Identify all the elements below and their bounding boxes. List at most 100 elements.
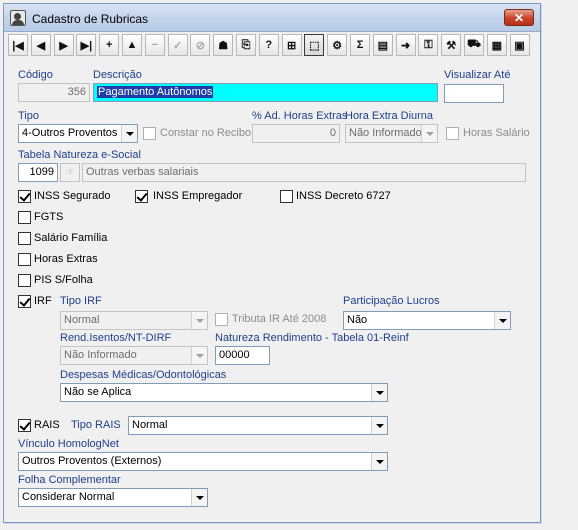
post-button[interactable]: ✓ bbox=[167, 34, 188, 56]
hora-extra-diurna-select[interactable]: Não Informado bbox=[345, 124, 438, 143]
tributa-ir-label: Tributa IR Até 2008 bbox=[232, 313, 327, 325]
vinculo-homolognet-select[interactable]: Outros Proventos (Externos) bbox=[18, 452, 388, 471]
insert-button[interactable]: + bbox=[99, 34, 120, 56]
pis-folha-checkbox[interactable] bbox=[18, 274, 31, 287]
filter-button[interactable]: ⊞ bbox=[281, 34, 302, 56]
inss-decreto-label: INSS Decreto 6727 bbox=[296, 190, 391, 202]
lookup-icon[interactable]: ☞ bbox=[60, 163, 80, 182]
participacao-lucros-select[interactable]: Não bbox=[343, 311, 511, 330]
constar-recibo-label: Constar no Recibo bbox=[160, 127, 252, 139]
last-record-button[interactable]: ▶| bbox=[76, 34, 97, 56]
folha-complementar-select[interactable]: Considerar Normal bbox=[18, 488, 208, 507]
tipo-rais-label: Tipo RAIS bbox=[71, 419, 121, 431]
salario-familia-label: Salário Família bbox=[34, 232, 108, 244]
inss-empregador-label: INSS Empregador bbox=[153, 190, 243, 202]
descricao-field[interactable]: Pagamento Autônomos bbox=[93, 83, 438, 102]
user-icon bbox=[10, 10, 26, 26]
tipo-rais-value: Normal bbox=[132, 419, 168, 431]
pis-folha-label: PIS S/Folha bbox=[34, 274, 93, 286]
natureza-rendimento-field[interactable]: 00000 bbox=[215, 346, 270, 365]
chevron-down-icon bbox=[494, 312, 510, 329]
inss-segurado-label: INSS Segurado bbox=[34, 190, 111, 202]
folha-complementar-label: Folha Complementar bbox=[18, 474, 121, 486]
vinculo-homolognet-label: Vínculo HomologNet bbox=[18, 438, 119, 450]
natureza-esocial-description: Outras verbas salariais bbox=[82, 163, 526, 182]
cancel-button[interactable]: ⊘ bbox=[190, 34, 211, 56]
inss-decreto-checkbox[interactable] bbox=[280, 190, 293, 203]
folha-complementar-value: Considerar Normal bbox=[22, 491, 115, 503]
next-record-button[interactable]: ▶ bbox=[53, 34, 74, 56]
chevron-down-icon bbox=[371, 417, 387, 434]
select-button[interactable]: ⬚ bbox=[304, 34, 325, 56]
chevron-down-icon bbox=[371, 453, 387, 470]
natureza-esocial-label: Tabela Natureza e-Social bbox=[18, 149, 141, 161]
chevron-down-icon bbox=[191, 489, 207, 506]
delete-button[interactable]: − bbox=[144, 34, 165, 56]
tipo-irf-value: Normal bbox=[64, 314, 100, 326]
irf-checkbox[interactable] bbox=[18, 295, 31, 308]
hora-extra-diurna-label: Hora Extra Diurna bbox=[345, 110, 434, 122]
rais-checkbox[interactable] bbox=[18, 419, 31, 432]
key-button[interactable]: ⚿ bbox=[418, 34, 439, 56]
first-record-button[interactable]: |◀ bbox=[8, 34, 28, 56]
tipo-irf-label: Tipo IRF bbox=[60, 295, 102, 307]
window-button[interactable]: ▣ bbox=[509, 34, 530, 56]
descricao-label: Descrição bbox=[93, 69, 142, 81]
natureza-esocial-code[interactable]: 1099 bbox=[18, 163, 58, 182]
chevron-down-icon bbox=[421, 125, 437, 142]
despesas-medicas-select[interactable]: Não se Aplica bbox=[60, 383, 388, 402]
rend-isentos-select[interactable]: Não Informado bbox=[60, 346, 208, 365]
report-button[interactable]: ▤ bbox=[372, 34, 393, 56]
tools-button[interactable]: ⚒ bbox=[441, 34, 462, 56]
natureza-rendimento-label: Natureza Rendimento - Tabela 01-Reinf bbox=[215, 332, 409, 344]
rend-isentos-label: Rend.Isentos/NT-DIRF bbox=[60, 332, 172, 344]
ad-horas-extras-label: % Ad. Horas Extras bbox=[252, 110, 348, 122]
rais-label: RAIS bbox=[34, 419, 60, 431]
chevron-down-icon bbox=[121, 125, 137, 142]
participacao-lucros-label: Participação Lucros bbox=[343, 295, 440, 307]
codigo-field[interactable]: 356 bbox=[18, 83, 90, 102]
inss-segurado-checkbox[interactable] bbox=[18, 190, 31, 203]
chevron-down-icon bbox=[191, 312, 207, 329]
codigo-label: Código bbox=[18, 69, 53, 81]
horas-salario-label: Horas Salário bbox=[463, 127, 530, 139]
participacao-lucros-value: Não bbox=[347, 314, 368, 326]
help-button[interactable]: ? bbox=[258, 34, 279, 56]
export-button[interactable]: ⚙ bbox=[327, 34, 348, 56]
copy-button[interactable]: ⎘ bbox=[236, 34, 256, 56]
horas-salario-checkbox[interactable] bbox=[446, 127, 459, 140]
transport-button[interactable]: ⛟ bbox=[464, 34, 484, 56]
window-title: Cadastro de Rubricas bbox=[32, 12, 149, 26]
despesas-medicas-value: Não se Aplica bbox=[64, 386, 132, 398]
tipo-label: Tipo bbox=[18, 110, 39, 122]
toolbar: |◀ ◀ ▶ ▶| + ▲ − ✓ ⊘ ☗ ⎘? ⊞ ⬚ ⚙ Σ ▤ ➜ ⚿ ⚒ ⛟ ▦ ▣ bbox=[8, 34, 538, 59]
descricao-value: Pagamento Autônomos bbox=[97, 86, 214, 98]
sum-button[interactable]: Σ bbox=[350, 34, 370, 56]
exit-button[interactable]: ➜ bbox=[395, 34, 416, 56]
fgts-checkbox[interactable] bbox=[18, 211, 31, 224]
tipo-select[interactable]: 4-Outros Proventos bbox=[18, 124, 138, 143]
print-button[interactable]: ☗ bbox=[213, 34, 234, 56]
prev-record-button[interactable]: ◀ bbox=[30, 34, 51, 56]
rubricas-window: Cadastro de Rubricas ✕ |◀ ◀ ▶ ▶| + ▲ − ✓ ⊘ ☗ ⎘? ⊞ ⬚ ⚙… bbox=[3, 3, 541, 523]
constar-recibo-checkbox[interactable] bbox=[143, 127, 156, 140]
inss-empregador-checkbox[interactable] bbox=[135, 190, 148, 203]
horas-extras-label: Horas Extras bbox=[34, 253, 98, 265]
hora-extra-diurna-value: Não Informado bbox=[349, 127, 422, 139]
tipo-rais-select[interactable]: Normal bbox=[128, 416, 388, 435]
grid-button[interactable]: ▦ bbox=[486, 34, 507, 56]
ad-horas-extras-field[interactable]: 0 bbox=[252, 124, 340, 143]
chevron-down-icon bbox=[191, 347, 207, 364]
horas-extras-checkbox[interactable] bbox=[18, 253, 31, 266]
tipo-irf-select[interactable]: Normal bbox=[60, 311, 208, 330]
close-button[interactable]: ✕ bbox=[504, 9, 534, 26]
chevron-down-icon bbox=[371, 384, 387, 401]
visualizar-ate-label: Visualizar Até bbox=[444, 69, 511, 81]
visualizar-ate-field[interactable] bbox=[444, 84, 504, 103]
salario-familia-checkbox[interactable] bbox=[18, 232, 31, 245]
tipo-value: 4-Outros Proventos bbox=[22, 127, 118, 139]
edit-button[interactable]: ▲ bbox=[122, 34, 142, 56]
tributa-ir-checkbox[interactable] bbox=[215, 313, 228, 326]
despesas-medicas-label: Despesas Médicas/Odontológicas bbox=[60, 369, 227, 381]
irf-label: IRF bbox=[34, 295, 52, 307]
